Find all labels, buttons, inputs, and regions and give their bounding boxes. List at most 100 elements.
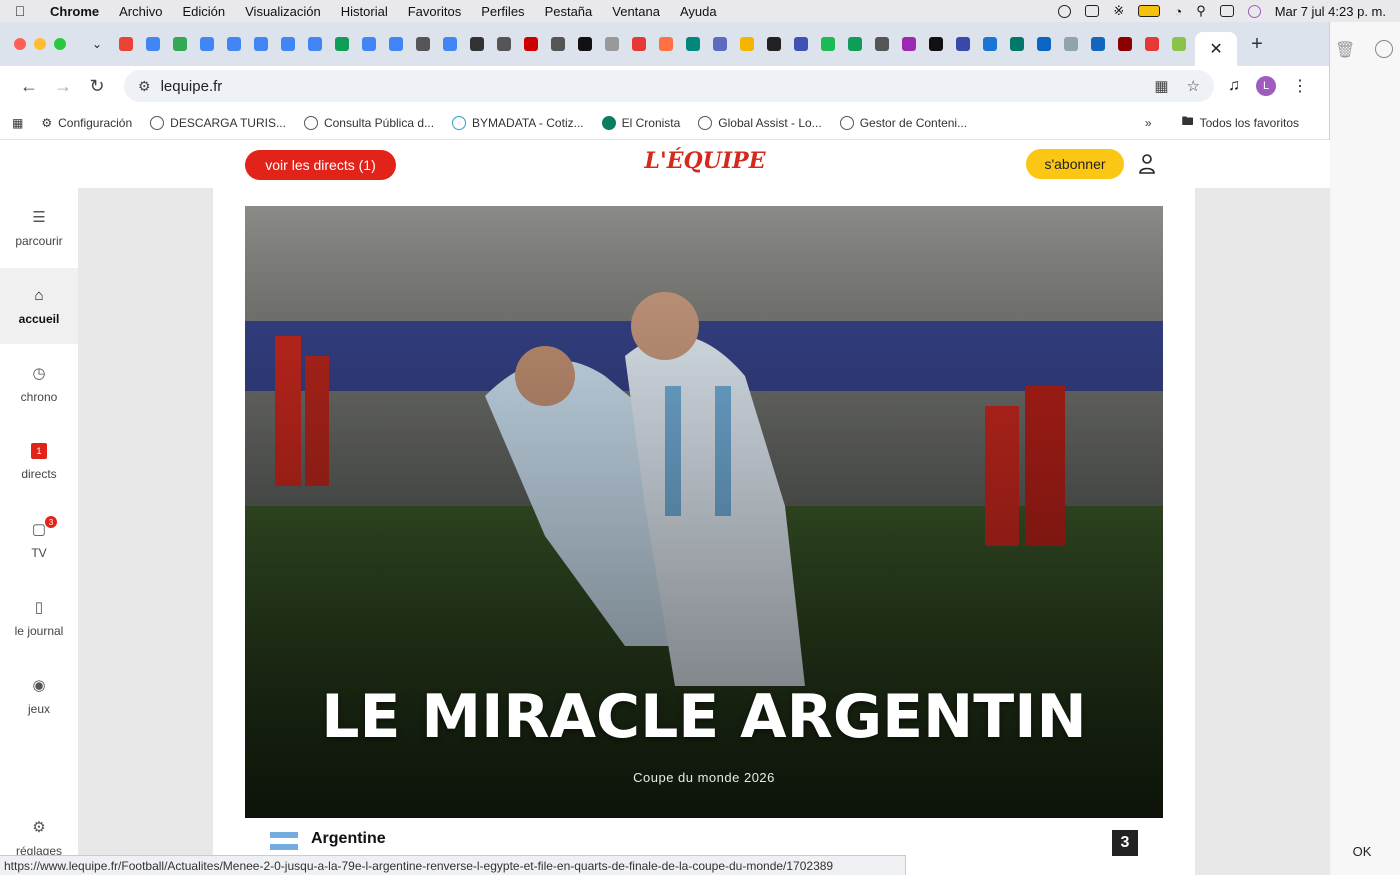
bookmark-configuracion[interactable]: ⚙ Configuración <box>41 116 132 130</box>
tab-3[interactable] <box>195 31 219 57</box>
tab-19[interactable] <box>627 31 651 57</box>
reload-icon[interactable]: ↻ <box>80 76 114 97</box>
zoom-window-icon[interactable] <box>54 38 66 50</box>
search-icon[interactable]: ⚲ <box>1196 3 1206 19</box>
siri-icon[interactable] <box>1247 4 1261 18</box>
tab-29[interactable] <box>897 31 921 57</box>
tab-9[interactable] <box>357 31 381 57</box>
bookmark-consulta[interactable]: Consulta Pública d... <box>303 115 434 130</box>
bookmark-star-icon[interactable]: ☆ <box>1187 77 1200 95</box>
tab-33[interactable] <box>1005 31 1029 57</box>
tab-0[interactable] <box>114 31 138 57</box>
chrome-menu-icon[interactable]: ⋮ <box>1292 76 1308 96</box>
user-account-icon[interactable] <box>1138 153 1156 175</box>
tab-25[interactable] <box>789 31 813 57</box>
bookmark-global-assist[interactable]: Global Assist - Lo... <box>698 115 822 130</box>
tab-active-lequipe[interactable]: ✕ <box>1195 32 1238 66</box>
trash-icon[interactable]: 🗑 <box>1335 40 1355 60</box>
more-options-icon[interactable] <box>1375 40 1393 58</box>
headline[interactable]: LE MIRACLE ARGENTIN <box>245 682 1163 752</box>
more-bookmarks-icon[interactable]: » <box>1145 116 1152 130</box>
tab-1[interactable] <box>141 31 165 57</box>
tab-39[interactable] <box>1167 31 1191 57</box>
url-text[interactable]: lequipe.fr <box>161 78 223 95</box>
menu-archivo[interactable]: Archivo <box>109 4 172 19</box>
apps-grid-icon[interactable]: ▦ <box>12 116 23 130</box>
apple-icon[interactable]:  <box>0 3 40 19</box>
site-info-icon[interactable]: ⚙ <box>138 78 151 95</box>
tab-28[interactable] <box>870 31 894 57</box>
control-center-icon[interactable] <box>1219 5 1234 17</box>
nav-tv[interactable]: ▢ 3 TV <box>0 502 78 578</box>
tab-36[interactable] <box>1086 31 1110 57</box>
nav-journal[interactable]: ▯ le journal <box>0 580 78 656</box>
forward-icon[interactable]: → <box>46 76 80 97</box>
menubar-clock[interactable]: Mar 7 jul 4:23 p. m. <box>1275 4 1386 19</box>
tab-27[interactable] <box>843 31 867 57</box>
tab-16[interactable] <box>546 31 570 57</box>
back-icon[interactable]: ← <box>12 76 46 97</box>
display-icon[interactable] <box>1085 5 1100 17</box>
tab-30[interactable] <box>924 31 948 57</box>
tab-13[interactable] <box>465 31 489 57</box>
subscribe-button[interactable]: s'abonner <box>1026 149 1124 179</box>
lequipe-logo[interactable]: L'ÉQUIPE <box>620 148 790 174</box>
menu-perfiles[interactable]: Perfiles <box>471 4 534 19</box>
tab-32[interactable] <box>978 31 1002 57</box>
tab-22[interactable] <box>708 31 732 57</box>
tab-8[interactable] <box>330 31 354 57</box>
hero-image[interactable]: LE MIRACLE ARGENTIN Coupe du monde 2026 <box>245 206 1163 818</box>
close-tab-icon[interactable]: ✕ <box>1209 39 1222 59</box>
battery-icon[interactable] <box>1138 5 1161 17</box>
tab-11[interactable] <box>411 31 435 57</box>
tab-37[interactable] <box>1113 31 1137 57</box>
media-control-icon[interactable]: ♫ <box>1228 77 1240 95</box>
tab-12[interactable] <box>438 31 462 57</box>
play-icon[interactable] <box>1058 4 1072 18</box>
new-tab-icon[interactable]: + <box>1251 33 1263 56</box>
close-window-icon[interactable] <box>14 38 26 50</box>
tab-20[interactable] <box>654 31 678 57</box>
bookmark-gestor[interactable]: Gestor de Conteni... <box>839 115 967 130</box>
menu-favoritos[interactable]: Favoritos <box>398 4 471 19</box>
all-bookmarks-button[interactable]: 🖿 Todos los favoritos <box>1182 112 1299 133</box>
tab-search-icon[interactable]: ⌄ <box>92 37 102 51</box>
tab-26[interactable] <box>816 31 840 57</box>
tab-31[interactable] <box>951 31 975 57</box>
nav-chrono[interactable]: ◷ chrono <box>0 346 78 422</box>
menu-app-name[interactable]: Chrome <box>40 4 109 19</box>
tab-10[interactable] <box>384 31 408 57</box>
tab-38[interactable] <box>1140 31 1164 57</box>
menu-pestana[interactable]: Pestaña <box>535 4 603 19</box>
wifi-icon[interactable]: ◔ <box>1174 4 1182 19</box>
ok-button[interactable]: OK <box>1344 840 1380 862</box>
bookmark-descarga[interactable]: DESCARGA TURIS... <box>150 115 286 130</box>
address-bar[interactable]: ⚙ lequipe.fr ▦ ☆ <box>124 70 1214 102</box>
tab-21[interactable] <box>681 31 705 57</box>
bookmark-bymadata[interactable]: BYMADATA - Cotiz... <box>452 115 584 130</box>
nav-directs[interactable]: 1 directs <box>0 424 78 500</box>
tab-2[interactable] <box>168 31 192 57</box>
tab-17[interactable] <box>573 31 597 57</box>
nav-parcourir[interactable]: ☰ parcourir <box>0 190 78 266</box>
tab-15[interactable] <box>519 31 543 57</box>
profile-avatar[interactable]: L <box>1256 76 1276 96</box>
tab-14[interactable] <box>492 31 516 57</box>
minimize-window-icon[interactable] <box>34 38 46 50</box>
tab-4[interactable] <box>222 31 246 57</box>
bookmark-cronista[interactable]: El Cronista <box>601 115 680 130</box>
tab-34[interactable] <box>1032 31 1056 57</box>
live-button[interactable]: voir les directs (1) <box>245 150 396 180</box>
tab-23[interactable] <box>735 31 759 57</box>
menu-edicion[interactable]: Edición <box>172 4 235 19</box>
nav-jeux[interactable]: ◉ jeux <box>0 658 78 734</box>
tab-6[interactable] <box>276 31 300 57</box>
menu-historial[interactable]: Historial <box>331 4 398 19</box>
menu-ventana[interactable]: Ventana <box>602 4 670 19</box>
tab-35[interactable] <box>1059 31 1083 57</box>
tab-7[interactable] <box>303 31 327 57</box>
menu-visualizacion[interactable]: Visualización <box>235 4 331 19</box>
tab-24[interactable] <box>762 31 786 57</box>
menu-ayuda[interactable]: Ayuda <box>670 4 727 19</box>
bluetooth-icon[interactable]: ※ <box>1113 3 1124 19</box>
